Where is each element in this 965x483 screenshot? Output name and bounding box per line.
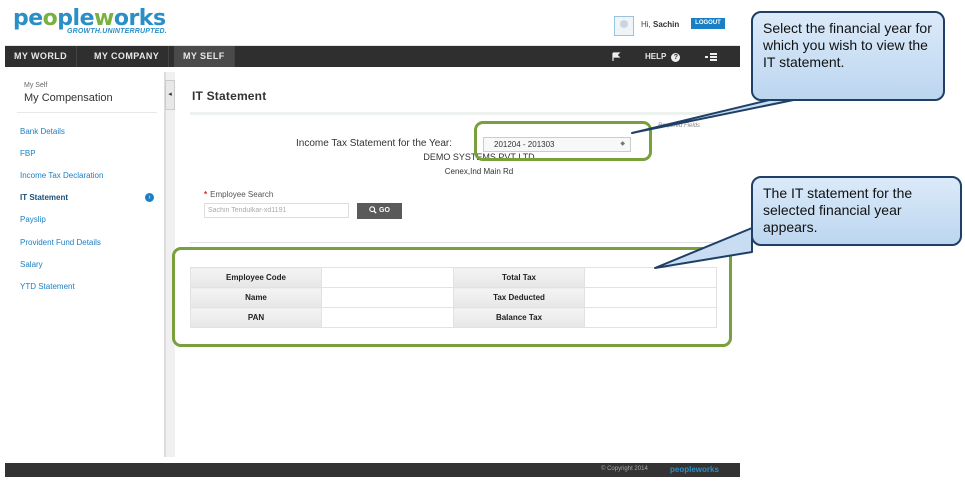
app-footer: © Copyright 2014 peopleworks [5, 463, 740, 477]
copyright-text: © Copyright 2014 [601, 466, 648, 472]
screenshot-frame: peopleworks GROWTH.UNINTERRUPTED. Hi, Sa… [0, 0, 965, 483]
table-callout: The IT statement for the selected financ… [751, 176, 962, 246]
footer-logo: peopleworks [670, 465, 719, 474]
year-callout: Select the financial year for which you … [751, 11, 945, 101]
